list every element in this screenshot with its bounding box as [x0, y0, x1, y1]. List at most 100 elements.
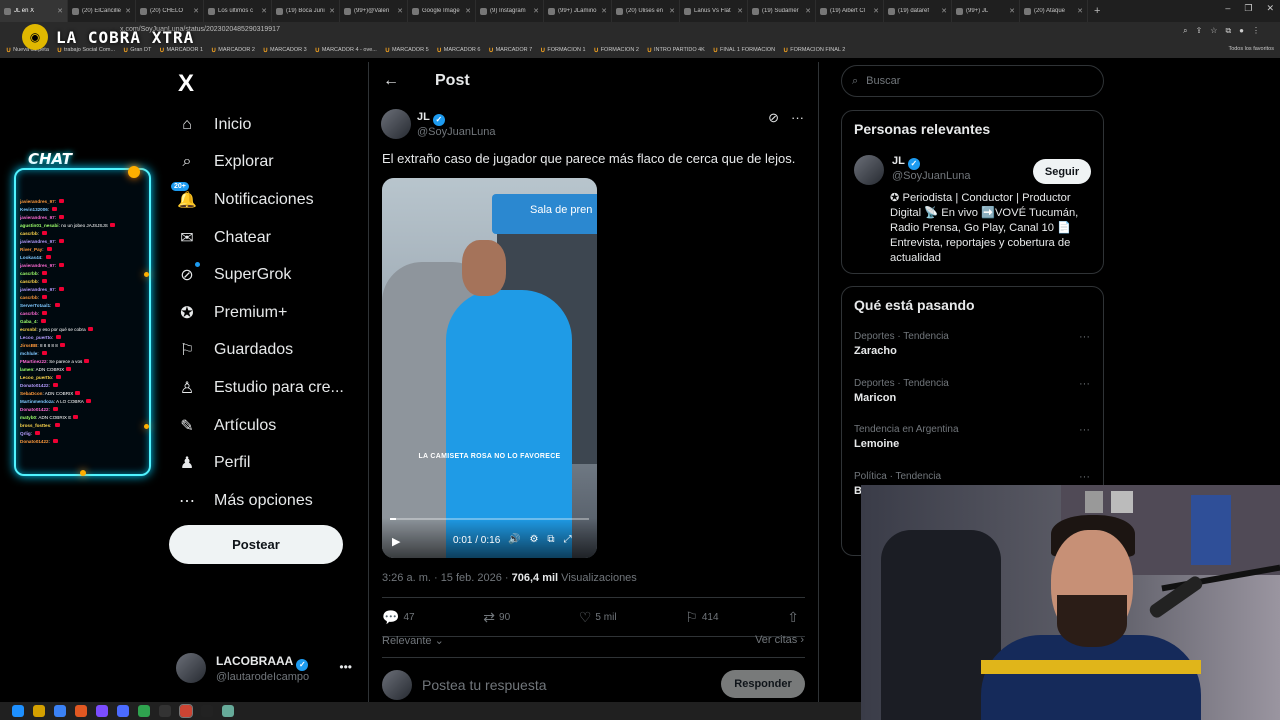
- taskbar-app-icon[interactable]: [54, 705, 66, 717]
- tab-close-icon[interactable]: ✕: [125, 7, 131, 15]
- trend-item[interactable]: Deportes · Tendencia Zaracho ···: [854, 331, 1094, 357]
- browser-tab[interactable]: (20) Ulises en ✕: [612, 0, 680, 22]
- bookmark-item[interactable]: ∪ INTRO PARTIDO 4K: [647, 46, 705, 54]
- browser-tab[interactable]: (19) dataref ✕: [884, 0, 952, 22]
- repost-stat[interactable]: ⇄ 90: [483, 609, 510, 626]
- close-icon[interactable]: ✕: [1266, 3, 1274, 14]
- taskbar-app-icon[interactable]: [179, 704, 193, 718]
- avatar[interactable]: [854, 155, 884, 185]
- nav-item-notificaciones[interactable]: 🔔 20+ Notificaciones: [170, 180, 366, 219]
- browser-tab[interactable]: (19) Sudamér ✕: [748, 0, 816, 22]
- taskbar-app-icon[interactable]: [75, 705, 87, 717]
- trend-item[interactable]: Deportes · Tendencia Maricon ···: [854, 378, 1094, 404]
- share-icon[interactable]: ⇪: [1196, 26, 1203, 36]
- taskbar-app-icon[interactable]: [201, 705, 213, 717]
- browser-tab[interactable]: (20) CHELO ✕: [136, 0, 204, 22]
- browser-tab[interactable]: Los últimos c ✕: [204, 0, 272, 22]
- bookmark-item[interactable]: ∪ MARCADOR 3: [263, 46, 307, 54]
- tab-close-icon[interactable]: ✕: [941, 7, 947, 15]
- search-input[interactable]: ⌕ Buscar: [841, 65, 1104, 97]
- nav-item-explorar[interactable]: ⌕ Explorar: [176, 144, 366, 182]
- nav-item-artículos[interactable]: ✎ Artículos: [176, 407, 366, 445]
- author-handle[interactable]: @SoyJuanLuna: [417, 126, 495, 138]
- browser-tab[interactable]: (99+) JLamino ✕: [544, 0, 612, 22]
- volume-icon[interactable]: 🔊: [508, 534, 520, 545]
- bookmark-item[interactable]: ∪ FORMACION FINAL 2: [783, 46, 845, 54]
- video-player[interactable]: Sala de pren LA CAMISETA ROSA NO LO FAVO…: [382, 178, 597, 558]
- x-logo[interactable]: X: [178, 70, 194, 98]
- menu-icon[interactable]: ⋮: [1252, 26, 1260, 36]
- tab-close-icon[interactable]: ✕: [533, 7, 539, 15]
- fullscreen-icon[interactable]: ⤢: [564, 534, 572, 545]
- browser-tab[interactable]: (99+) JL ✕: [952, 0, 1020, 22]
- profile-icon[interactable]: ●: [1239, 26, 1244, 36]
- more-icon[interactable]: •••: [339, 660, 352, 674]
- nav-item-guardados[interactable]: ⚐ Guardados: [176, 332, 366, 370]
- avatar[interactable]: [381, 109, 411, 139]
- star-icon[interactable]: ☆: [1210, 26, 1217, 36]
- minimize-icon[interactable]: –: [1225, 3, 1230, 14]
- tab-close-icon[interactable]: ✕: [1077, 7, 1083, 15]
- nav-item-perfil[interactable]: ♟ Perfil: [176, 444, 366, 482]
- grok-icon[interactable]: ⊘: [768, 110, 779, 126]
- tab-close-icon[interactable]: ✕: [601, 7, 607, 15]
- bookmark-item[interactable]: ∪ MARCADOR 7: [488, 46, 532, 54]
- taskbar-app-icon[interactable]: [159, 705, 171, 717]
- nav-item-chatear[interactable]: ✉ Chatear: [176, 219, 366, 257]
- author-name[interactable]: JL ✓: [417, 111, 495, 126]
- like-stat[interactable]: ♡ 5 mil: [579, 609, 617, 626]
- extensions-icon[interactable]: ⧉: [1225, 26, 1231, 36]
- taskbar-app-icon[interactable]: [222, 705, 234, 717]
- tab-close-icon[interactable]: ✕: [1009, 7, 1015, 15]
- nav-item-inicio[interactable]: ⌂ Inicio: [176, 106, 366, 144]
- nav-item-estudio-para-cre-[interactable]: ♙ Estudio para cre...: [176, 369, 366, 407]
- more-icon[interactable]: ···: [791, 110, 804, 126]
- reply-input[interactable]: Postea tu respuesta: [422, 677, 547, 693]
- bookmark-stat[interactable]: ⚐ 414: [685, 609, 718, 626]
- nav-item-supergrok[interactable]: ⊘ SuperGrok: [176, 256, 366, 294]
- account-switcher[interactable]: LACOBRAAA ✓ @lautarodeIcampo •••: [176, 652, 356, 684]
- bookmark-item[interactable]: ∪ FORMACION 2: [594, 46, 639, 54]
- bookmark-item[interactable]: ∪ FORMACION 1: [540, 46, 585, 54]
- bookmark-item[interactable]: ∪ MARCADOR 5: [385, 46, 429, 54]
- pip-icon[interactable]: ⧉: [547, 534, 554, 545]
- browser-tab[interactable]: (99+)@Valeri ✕: [340, 0, 408, 22]
- browser-tab[interactable]: Lanús Vs Flat ✕: [680, 0, 748, 22]
- taskbar-app-icon[interactable]: [117, 705, 129, 717]
- browser-tab[interactable]: (20) Ataque ✕: [1020, 0, 1088, 22]
- trend-item[interactable]: Tendencia en Argentina Lemoine ···: [854, 424, 1094, 450]
- tab-close-icon[interactable]: ✕: [669, 7, 675, 15]
- play-icon[interactable]: ▶: [392, 535, 400, 548]
- browser-tab[interactable]: (19) Boca Juni ✕: [272, 0, 340, 22]
- tab-close-icon[interactable]: ✕: [329, 7, 335, 15]
- browser-tab[interactable]: Google Image ✕: [408, 0, 476, 22]
- taskbar-app-icon[interactable]: [12, 705, 24, 717]
- bookmark-item[interactable]: ∪ MARCADOR 4 - ove...: [315, 46, 377, 54]
- tab-close-icon[interactable]: ✕: [261, 7, 267, 15]
- new-tab-icon[interactable]: +: [1088, 5, 1106, 17]
- sort-dropdown[interactable]: Relevante ⌄: [382, 634, 444, 647]
- person-name[interactable]: JL ✓: [892, 155, 970, 170]
- all-bookmarks[interactable]: Todos los favoritos: [1228, 46, 1274, 52]
- post-button[interactable]: Postear: [169, 525, 343, 564]
- reply-stat[interactable]: 💬 47: [382, 609, 415, 626]
- tab-close-icon[interactable]: ✕: [873, 7, 879, 15]
- back-arrow-icon[interactable]: ←: [383, 72, 399, 90]
- tab-close-icon[interactable]: ✕: [805, 7, 811, 15]
- post-author[interactable]: JL ✓ @SoyJuanLuna: [381, 109, 495, 139]
- person-handle[interactable]: @SoyJuanLuna: [892, 170, 970, 182]
- browser-tab[interactable]: JL en X ✕: [0, 0, 68, 22]
- bookmark-item[interactable]: ∪ FINAL 1 FORMACION: [713, 46, 775, 54]
- reply-button[interactable]: Responder: [721, 670, 805, 698]
- nav-item-más-opciones[interactable]: ⋯ Más opciones: [176, 482, 366, 520]
- zoom-icon[interactable]: ⌕: [1183, 26, 1187, 36]
- tab-close-icon[interactable]: ✕: [397, 7, 403, 15]
- nav-item-premium-[interactable]: ✪ Premium+: [176, 294, 366, 332]
- taskbar-app-icon[interactable]: [96, 705, 108, 717]
- settings-icon[interactable]: ⚙: [529, 534, 538, 545]
- bookmark-item[interactable]: ∪ MARCADOR 2: [211, 46, 255, 54]
- follow-button[interactable]: Seguir: [1033, 159, 1091, 184]
- browser-tab[interactable]: (19) Aibert Cl ✕: [816, 0, 884, 22]
- maximize-icon[interactable]: ❐: [1244, 3, 1252, 14]
- taskbar-app-icon[interactable]: [33, 705, 45, 717]
